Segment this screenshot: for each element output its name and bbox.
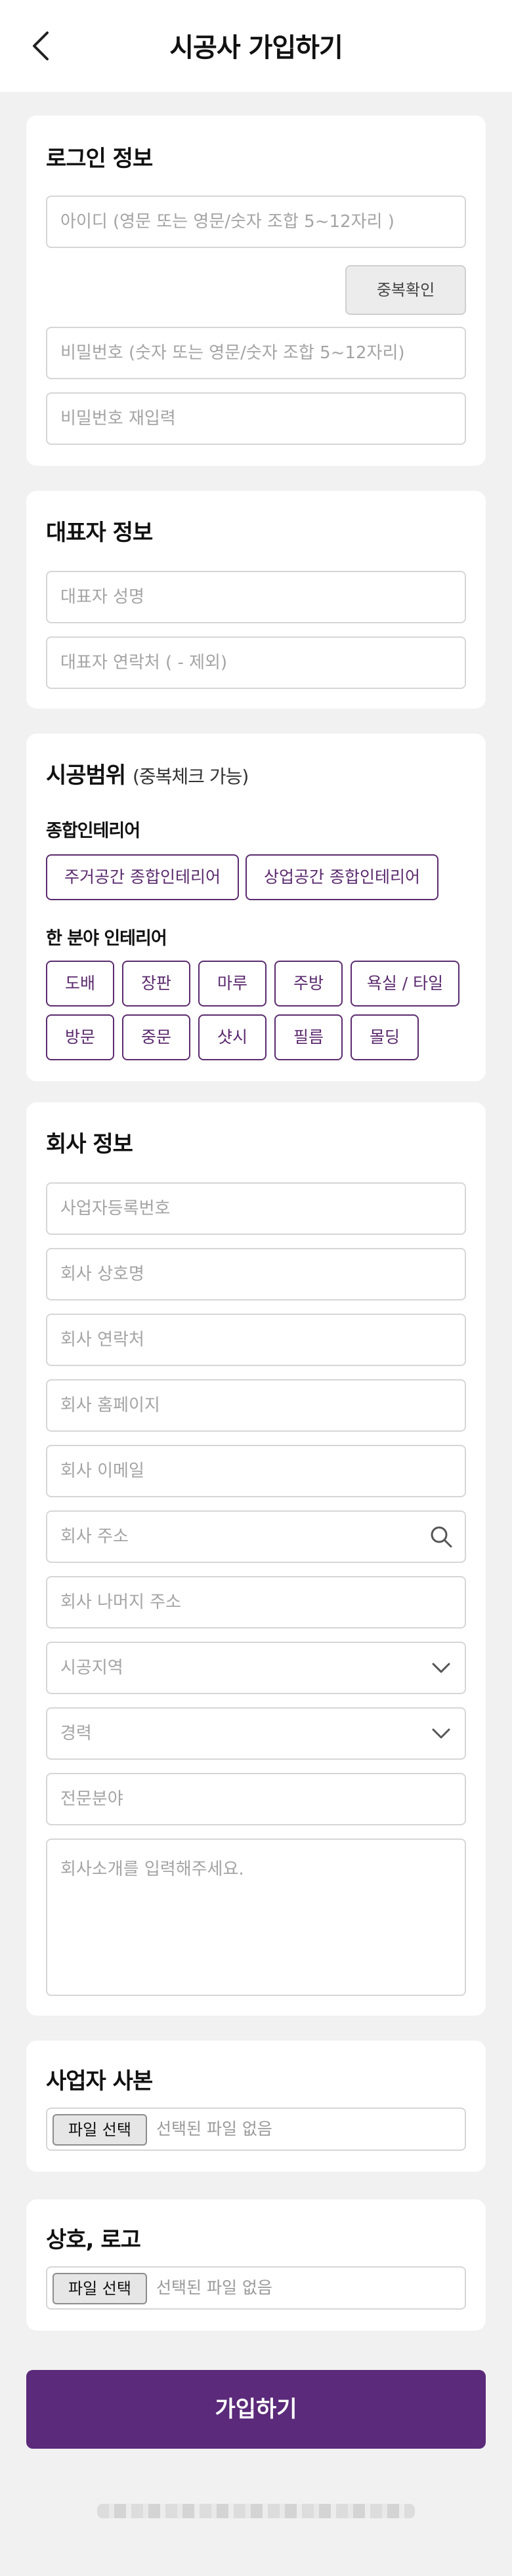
business-license-file-input[interactable]: 파일 선택 선택된 파일 없음 bbox=[46, 2108, 466, 2151]
specialty-input[interactable]: 전문분야 bbox=[46, 1773, 466, 1825]
company-homepage-input[interactable]: 회사 홈페이지 bbox=[46, 1379, 466, 1432]
logo-title: 상호, 로고 bbox=[46, 2227, 141, 2253]
login-section-title: 로그인 정보 bbox=[46, 146, 153, 172]
app-header: 시공사 가입하기 bbox=[0, 0, 512, 92]
company-email-input[interactable]: 회사 이메일 bbox=[46, 1445, 466, 1497]
rep-phone-input[interactable]: 대표자 연락처 ( - 제외) bbox=[46, 636, 466, 689]
company-intro-textarea[interactable]: 회사소개를 입력해주세요. bbox=[46, 1839, 466, 1996]
company-address-placeholder: 회사 주소 bbox=[60, 1527, 129, 1547]
career-select[interactable]: 경력 bbox=[46, 1707, 466, 1760]
company-address-input[interactable]: 회사 주소 bbox=[46, 1510, 466, 1563]
footer-redacted-text bbox=[97, 2504, 415, 2518]
logo-file-input[interactable]: 파일 선택 선택된 파일 없음 bbox=[46, 2266, 466, 2310]
region-select[interactable]: 시공지역 bbox=[46, 1642, 466, 1694]
signup-submit-button[interactable]: 가입하기 bbox=[26, 2370, 486, 2449]
company-address-detail-input[interactable]: 회사 나머지 주소 bbox=[46, 1576, 466, 1629]
rep-name-input[interactable]: 대표자 성명 bbox=[46, 571, 466, 623]
chip-bathroom-tile[interactable]: 욕실 / 타일 bbox=[351, 961, 459, 1007]
rep-section-title: 대표자 정보 bbox=[46, 520, 153, 546]
duplicate-check-button[interactable]: 중복확인 bbox=[345, 265, 466, 315]
scope-title-text: 시공범위 bbox=[46, 762, 126, 789]
page-title: 시공사 가입하기 bbox=[169, 33, 343, 63]
company-name-input[interactable]: 회사 상호명 bbox=[46, 1248, 466, 1300]
chip-sash[interactable]: 샷시 bbox=[198, 1014, 267, 1060]
chip-kitchen[interactable]: 주방 bbox=[274, 961, 343, 1007]
region-select-value: 시공지역 bbox=[60, 1658, 123, 1678]
chip-floor-sheet[interactable]: 장판 bbox=[122, 961, 190, 1007]
chevron-down-icon bbox=[432, 1728, 450, 1739]
scope-section-title: 시공범위 (중복체크 가능) bbox=[46, 757, 249, 789]
career-select-value: 경력 bbox=[60, 1724, 92, 1743]
general-interior-label: 종합인테리어 bbox=[46, 821, 140, 841]
partial-interior-label: 한 분야 인테리어 bbox=[46, 928, 167, 949]
file-status-text: 선택된 파일 없음 bbox=[156, 2278, 272, 2297]
scope-subtitle: (중복체크 가능) bbox=[132, 766, 249, 787]
choose-file-button[interactable]: 파일 선택 bbox=[53, 2273, 147, 2304]
logo-card: 상호, 로고 파일 선택 선택된 파일 없음 bbox=[26, 2199, 486, 2331]
password-confirm-input[interactable]: 비밀번호 재입력 bbox=[46, 392, 466, 445]
company-info-card: 회사 정보 사업자등록번호 회사 상호명 회사 연락처 회사 홈페이지 회사 이… bbox=[26, 1102, 486, 2016]
business-license-title: 사업자 사본 bbox=[46, 2068, 153, 2094]
search-icon[interactable] bbox=[429, 1525, 453, 1548]
construction-scope-card: 시공범위 (중복체크 가능) 종합인테리어 주거공간 종합인테리어 상업공간 종… bbox=[26, 734, 486, 1081]
representative-info-card: 대표자 정보 대표자 성명 대표자 연락처 ( - 제외) bbox=[26, 491, 486, 709]
business-license-card: 사업자 사본 파일 선택 선택된 파일 없음 bbox=[26, 2041, 486, 2172]
chip-molding[interactable]: 몰딩 bbox=[351, 1014, 419, 1060]
company-phone-input[interactable]: 회사 연락처 bbox=[46, 1314, 466, 1366]
file-status-text: 선택된 파일 없음 bbox=[156, 2119, 272, 2138]
chip-wood-floor[interactable]: 마루 bbox=[198, 961, 267, 1007]
chip-wallpaper[interactable]: 도배 bbox=[46, 961, 114, 1007]
choose-file-button[interactable]: 파일 선택 bbox=[53, 2114, 147, 2146]
chip-film[interactable]: 필름 bbox=[274, 1014, 343, 1060]
chevron-down-icon bbox=[432, 1663, 450, 1673]
chip-residential-general[interactable]: 주거공간 종합인테리어 bbox=[46, 854, 239, 900]
login-info-card: 로그인 정보 아이디 (영문 또는 영문/숫자 조합 5~12자리 ) 중복확인… bbox=[26, 115, 486, 466]
chip-door[interactable]: 방문 bbox=[46, 1014, 114, 1060]
business-number-input[interactable]: 사업자등록번호 bbox=[46, 1182, 466, 1235]
password-input[interactable]: 비밀번호 (숫자 또는 영문/숫자 조합 5~12자리) bbox=[46, 327, 466, 379]
user-id-input[interactable]: 아이디 (영문 또는 영문/숫자 조합 5~12자리 ) bbox=[46, 196, 466, 248]
chip-commercial-general[interactable]: 상업공간 종합인테리어 bbox=[245, 854, 438, 900]
chip-middle-door[interactable]: 중문 bbox=[122, 1014, 190, 1060]
company-section-title: 회사 정보 bbox=[46, 1131, 133, 1157]
